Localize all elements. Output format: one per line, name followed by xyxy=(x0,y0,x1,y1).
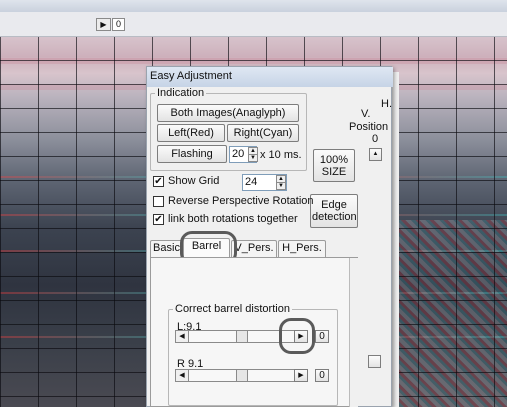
arrow-left-icon: ◀ xyxy=(179,372,185,379)
left-barrel-decrease-button[interactable]: ◀ xyxy=(176,331,189,342)
grid-size-spinner[interactable]: ▲ ▼ xyxy=(276,175,286,190)
arrow-up-icon: ▲ xyxy=(277,176,285,183)
right-cyan-button[interactable]: Right(Cyan) xyxy=(227,124,299,142)
tab-page-scrollbar[interactable] xyxy=(349,258,358,407)
tab-basic[interactable]: Basic xyxy=(150,240,183,257)
left-barrel-reset-button[interactable]: 0 xyxy=(315,330,329,343)
host-toolbar: ▶ 0 xyxy=(0,12,507,37)
link-rotations-label: link both rotations together xyxy=(168,213,298,225)
position-up-button[interactable]: ▲ xyxy=(369,148,382,161)
reverse-perspective-checkbox[interactable] xyxy=(153,196,164,207)
position-label: Position xyxy=(349,121,389,133)
size-100-button[interactable]: 100% SIZE xyxy=(313,149,355,182)
v-label: V. xyxy=(361,108,371,120)
tab-v-pers[interactable]: V_Pers. xyxy=(231,240,277,257)
edge-detection-button[interactable]: Edge detection xyxy=(310,194,358,228)
size-100-label: 100% SIZE xyxy=(319,153,349,178)
right-barrel-decrease-button[interactable]: ◀ xyxy=(176,370,189,381)
left-barrel-slider-thumb[interactable] xyxy=(236,331,248,342)
toolbar-right-arrow-button[interactable]: ▶ xyxy=(96,18,111,31)
right-barrel-increase-button[interactable]: ▶ xyxy=(294,369,308,382)
reverse-perspective-label: Reverse Perspective Rotation xyxy=(168,195,314,207)
arrow-down-icon: ▼ xyxy=(250,154,256,161)
increase-button-highlight-annotation xyxy=(279,318,315,354)
tab-h-pers[interactable]: H_Pers. xyxy=(278,240,326,257)
left-red-button[interactable]: Left(Red) xyxy=(157,124,225,142)
h-label: H. xyxy=(381,98,392,110)
show-grid-label: Show Grid xyxy=(168,175,220,187)
dialog-title: Easy Adjustment xyxy=(147,67,393,87)
position-value: 0 xyxy=(372,133,379,145)
indication-group-label: Indication xyxy=(155,87,207,99)
flash-interval-spinner[interactable]: ▲ ▼ xyxy=(248,147,258,162)
both-images-button[interactable]: Both Images(Anaglyph) xyxy=(157,104,299,122)
arrow-right-icon: ▶ xyxy=(298,372,304,379)
arrow-up-icon: ▲ xyxy=(372,151,379,157)
flash-unit-label: x 10 ms. xyxy=(260,149,302,161)
edge-detection-label: Edge detection xyxy=(312,199,357,223)
show-grid-checkbox[interactable]: ✔ xyxy=(153,176,164,187)
arrow-right-icon: ▶ xyxy=(100,20,107,29)
flashing-button[interactable]: Flashing xyxy=(157,145,227,163)
arrow-up-icon: ▲ xyxy=(249,148,257,155)
check-icon: ✔ xyxy=(154,176,163,187)
right-barrel-slider-thumb[interactable] xyxy=(236,370,248,381)
host-window-titlebar xyxy=(0,0,507,12)
position-scroll-thumb[interactable] xyxy=(368,355,381,368)
link-rotations-checkbox[interactable]: ✔ xyxy=(153,214,164,225)
barrel-distortion-group-label: Correct barrel distortion xyxy=(173,303,292,315)
check-icon: ✔ xyxy=(154,214,163,225)
arrow-down-icon: ▼ xyxy=(278,182,284,189)
right-barrel-slider[interactable]: ◀ xyxy=(175,369,307,382)
arrow-left-icon: ◀ xyxy=(179,333,185,340)
toolbar-value-box[interactable]: 0 xyxy=(112,18,126,31)
right-barrel-reset-button[interactable]: 0 xyxy=(315,369,329,382)
